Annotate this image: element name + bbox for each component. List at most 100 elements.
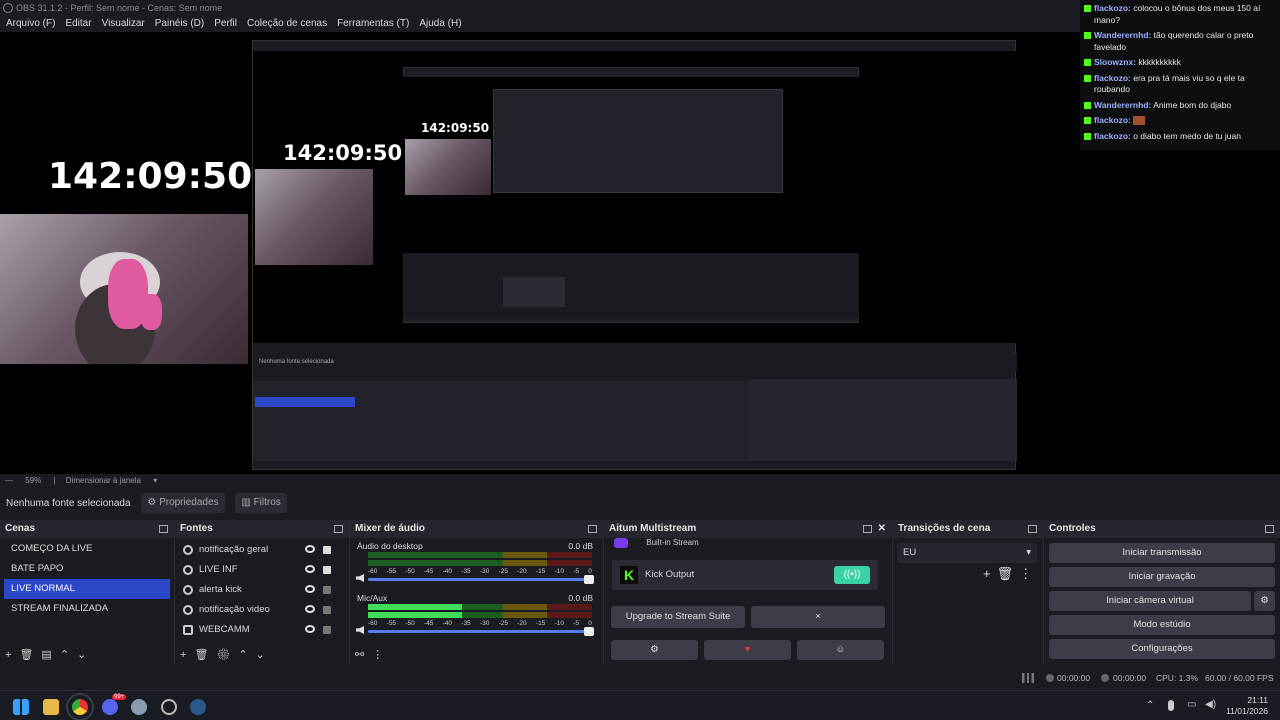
filter-icon[interactable]: ▤ [41,649,59,661]
menu-paineis[interactable]: Painéis (D) [155,16,204,32]
tray-chevron-up-icon[interactable]: ⌃ [1146,700,1154,711]
eye-icon[interactable] [305,605,315,613]
properties-button[interactable]: ⚙ Propriedades [141,493,225,514]
menu-arquivo[interactable]: Arquivo (F) [6,16,55,32]
meter-tick-label: -5 [573,568,579,575]
trash-icon[interactable]: 🗑 [19,649,41,661]
more-icon[interactable]: ⋮ [372,649,391,661]
add-icon[interactable]: + [983,566,997,581]
source-toolbar: Nenhuma fonte selecionada ⚙ Propriedades… [0,490,1280,518]
lock-icon[interactable] [323,566,331,574]
upgrade-button[interactable]: Upgrade to Stream Suite [611,606,745,628]
chrome-icon[interactable] [66,693,94,720]
obs-icon[interactable] [161,699,177,715]
menu-colecao-cenas[interactable]: Coleção de cenas [247,16,327,32]
network-bars-icon [1022,673,1034,683]
slider-knob[interactable] [584,575,594,584]
meter-scale: -60 -55 -50 -45 -40 -35 -30 -25 -20 -15 -10 -5 0 [368,620,592,627]
menu-perfil[interactable]: Perfil [214,16,237,32]
trash-icon[interactable]: 🗑 [194,649,216,661]
file-explorer-icon[interactable] [43,699,59,715]
volume-icon[interactable]: ◀) [1205,699,1216,710]
link-icon[interactable]: ⚯ [355,649,372,661]
speaker-icon[interactable] [356,626,364,634]
start-streaming-button[interactable]: Iniciar transmissão [1049,543,1275,563]
dock-menu-icon[interactable] [334,525,343,533]
network-icon[interactable]: ▭ [1187,699,1196,710]
chevron-up-icon[interactable]: ⌃ [60,649,77,661]
scene-item[interactable]: BATE PAPO [4,559,170,579]
filters-button[interactable]: ▥ Filtros [235,493,287,514]
volume-slider[interactable] [368,575,594,584]
meter-tick-label: -5 [573,620,579,627]
preview-canvas[interactable]: 142:09:50 142:09:50 142:09:50 Nenhuma fo… [0,32,1080,474]
multistream-dock: Aitum Multistream ✕ Built-in Stream K Kic… [604,520,893,665]
windows-start-icon[interactable] [13,699,29,715]
source-item[interactable]: LIVE INF [175,560,349,580]
eye-icon[interactable] [305,545,315,553]
start-recording-button[interactable]: Iniciar gravação [1049,567,1275,587]
add-icon[interactable]: + [5,649,19,661]
dock-menu-icon[interactable] [1028,525,1037,533]
chevron-up-icon[interactable]: ⌃ [238,649,255,661]
nested-preview: 142:09:50 142:09:50 Nenhuma fonte seleci… [252,40,1017,470]
discord-icon[interactable] [102,699,118,715]
heart-icon[interactable]: ♥ [704,640,791,660]
broadcast-icon[interactable]: ((•)) [834,566,870,584]
dock-menu-icon[interactable] [588,525,597,533]
eye-icon[interactable] [305,565,315,573]
volume-slider[interactable] [368,627,594,636]
settings-icon[interactable] [131,699,147,715]
source-item[interactable]: alerta kick [175,580,349,600]
studio-mode-button[interactable]: Modo estúdio [1049,615,1275,635]
scene-item-selected[interactable]: LIVE NORMAL [4,579,170,599]
more-icon[interactable]: ⋮ [1019,566,1038,581]
add-icon[interactable]: + [180,649,194,661]
transition-select[interactable]: EU ▾ [897,543,1037,563]
unlock-icon[interactable] [323,606,331,614]
eye-icon[interactable] [305,585,315,593]
scene-item[interactable]: STREAM FINALIZADA [4,599,170,619]
slider-knob[interactable] [584,627,594,636]
gear-icon[interactable]: ⚙ [216,649,238,661]
chevron-down-icon[interactable]: ⌄ [256,649,273,661]
close-icon[interactable]: ✕ [878,520,886,538]
lock-icon[interactable] [323,546,331,554]
clock-date[interactable]: 11/01/2026 [1222,706,1268,716]
menu-editar[interactable]: Editar [65,16,91,32]
microphone-icon[interactable] [1168,700,1174,711]
zoom-mode[interactable]: Dimensionar à janela [58,476,141,485]
eye-icon[interactable] [305,625,315,633]
source-item[interactable]: WEBCAMM [175,620,349,640]
scene-item[interactable]: COMEÇO DA LIVE [4,539,170,559]
menu-ajuda[interactable]: Ajuda (H) [419,16,461,32]
kick-badge-icon [1084,32,1091,39]
sources-header: Fontes [175,520,349,538]
clock-time[interactable]: 21:11 [1240,695,1268,705]
menu-visualizar[interactable]: Visualizar [102,16,145,32]
chevron-down-icon[interactable]: ▾ [143,476,157,485]
volume-meter [368,604,592,610]
settings-gear-icon[interactable]: ⚙ [611,640,698,660]
meter-tick-label: -30 [479,620,490,627]
virtual-camera-gear-icon[interactable]: ⚙ [1254,591,1275,611]
settings-button[interactable]: Configurações [1049,639,1275,659]
volume-meter [368,552,592,558]
menu-ferramentas[interactable]: Ferramentas (T) [337,16,409,32]
dock-menu-icon[interactable] [1265,525,1274,533]
speaker-icon[interactable] [356,574,364,582]
discord-icon[interactable]: ☺ [797,640,884,660]
unlock-icon[interactable] [323,626,331,634]
dismiss-button[interactable]: × [751,606,885,628]
chevron-down-icon[interactable]: ⌄ [77,649,94,661]
source-item[interactable]: notificação geral [175,540,349,560]
meter-tick-label: -20 [517,568,527,575]
unlock-icon[interactable] [323,586,331,594]
trash-icon[interactable]: 🗑 [997,566,1020,581]
start-virtual-camera-button[interactable]: Iniciar câmera virtual [1049,591,1251,611]
source-item[interactable]: notificação video [175,600,349,620]
zoom-minus-icon[interactable]: — [0,476,13,485]
dock-menu-icon[interactable] [159,525,168,533]
steam-icon[interactable] [190,699,206,715]
dock-menu-icon[interactable] [863,525,872,533]
